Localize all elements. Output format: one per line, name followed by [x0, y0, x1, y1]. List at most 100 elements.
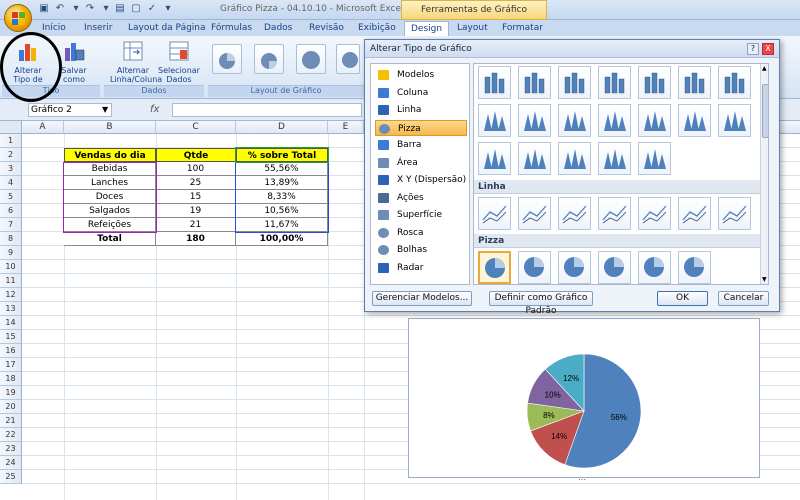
preview-icon[interactable]: ▢ — [130, 3, 142, 15]
line-subtype-thumb[interactable] — [518, 197, 551, 230]
line-subtype-thumb[interactable] — [478, 197, 511, 230]
col-header-b[interactable]: B — [64, 121, 156, 134]
cone-subtype-thumb[interactable] — [478, 142, 511, 175]
column-subtype-thumb[interactable] — [518, 66, 551, 99]
chart-category-item[interactable]: Superfície — [375, 207, 467, 223]
column-subtype-thumb[interactable] — [478, 66, 511, 99]
cone-subtype-thumb[interactable] — [518, 104, 551, 137]
table-cell-qtde[interactable]: 25 — [156, 176, 236, 190]
pie-subtype-thumb[interactable] — [678, 251, 711, 284]
cone-subtype-thumb[interactable] — [598, 142, 631, 175]
column-subtype-thumb[interactable] — [558, 66, 591, 99]
chart-layout-4[interactable] — [336, 44, 360, 74]
office-button[interactable] — [4, 4, 32, 32]
column-subtype-thumb[interactable] — [678, 66, 711, 99]
chart-category-item[interactable]: Radar — [375, 260, 467, 276]
row-header[interactable]: 10 — [0, 260, 22, 274]
row-header[interactable]: 15 — [0, 330, 22, 344]
pie-subtype-thumb[interactable] — [558, 251, 591, 284]
row-header[interactable]: 20 — [0, 400, 22, 414]
row-header[interactable]: 1 — [0, 134, 22, 148]
table-cell-product[interactable]: Lanches — [64, 176, 156, 190]
tab-layout-pagina[interactable]: Layout da Página — [126, 21, 208, 36]
redo-icon[interactable]: ↷ — [84, 3, 96, 15]
row-header[interactable]: 13 — [0, 302, 22, 316]
pie-subtype-thumb[interactable] — [638, 251, 671, 284]
fx-icon[interactable]: fx — [150, 103, 170, 117]
table-cell-product[interactable]: Bebidas — [64, 162, 156, 176]
row-header[interactable]: 8 — [0, 232, 22, 246]
close-button[interactable]: X — [762, 43, 774, 55]
column-subtype-thumb[interactable] — [718, 66, 751, 99]
tab-formatar[interactable]: Formatar — [500, 21, 545, 36]
print-icon[interactable]: ▤ — [114, 3, 126, 15]
table-cell-percent[interactable]: 11,67% — [236, 218, 328, 232]
row-header[interactable]: 3 — [0, 162, 22, 176]
table-cell-product[interactable]: Doces — [64, 190, 156, 204]
chart-category-item[interactable]: Área — [375, 155, 467, 171]
tab-layout[interactable]: Layout — [455, 21, 490, 36]
row-header[interactable]: 4 — [0, 176, 22, 190]
cone-subtype-thumb[interactable] — [678, 104, 711, 137]
table-header-vendas[interactable]: Vendas do dia — [64, 148, 156, 162]
cone-subtype-thumb[interactable] — [638, 104, 671, 137]
redo-dropdown-icon[interactable]: ▾ — [100, 3, 112, 15]
row-header[interactable]: 11 — [0, 274, 22, 288]
chart-category-item[interactable]: Ações — [375, 190, 467, 206]
line-subtype-thumb[interactable] — [598, 197, 631, 230]
line-subtype-thumb[interactable] — [638, 197, 671, 230]
gallery-scrollbar[interactable]: ▲ ▼ — [760, 64, 768, 284]
manage-templates-button[interactable]: Gerenciar Modelos... — [372, 291, 472, 306]
table-cell-qtde[interactable]: 21 — [156, 218, 236, 232]
chart-category-item[interactable]: Modelos — [375, 67, 467, 83]
select-all-corner[interactable] — [0, 121, 22, 134]
total-percent-cell[interactable]: 100,00% — [236, 232, 328, 246]
pie-chart[interactable]: 56% 14% 8% 10% 12% — [408, 318, 760, 478]
name-box-dropdown-icon[interactable]: ▼ — [102, 105, 108, 114]
table-cell-percent[interactable]: 10,56% — [236, 204, 328, 218]
row-header[interactable]: 17 — [0, 358, 22, 372]
table-cell-percent[interactable]: 55,56% — [236, 162, 328, 176]
table-cell-product[interactable]: Salgados — [64, 204, 156, 218]
col-header-c[interactable]: C — [156, 121, 236, 134]
line-subtype-thumb[interactable] — [678, 197, 711, 230]
cone-subtype-thumb[interactable] — [478, 104, 511, 137]
row-header[interactable]: 9 — [0, 246, 22, 260]
row-header[interactable]: 7 — [0, 218, 22, 232]
table-header-percent[interactable]: % sobre Total — [236, 148, 328, 162]
chart-category-item[interactable]: Bolhas — [375, 242, 467, 258]
row-header[interactable]: 25 — [0, 470, 22, 484]
scroll-down-icon[interactable]: ▼ — [762, 276, 767, 283]
row-header[interactable]: 6 — [0, 204, 22, 218]
column-subtype-thumb[interactable] — [598, 66, 631, 99]
table-cell-qtde[interactable]: 19 — [156, 204, 236, 218]
col-header-e[interactable]: E — [328, 121, 364, 134]
row-header[interactable]: 19 — [0, 386, 22, 400]
row-header[interactable]: 2 — [0, 148, 22, 162]
tab-exibicao[interactable]: Exibição — [356, 21, 398, 36]
pie-subtype-thumb[interactable] — [598, 251, 631, 284]
row-header[interactable]: 21 — [0, 414, 22, 428]
tab-formulas[interactable]: Fórmulas — [209, 21, 254, 36]
cone-subtype-thumb[interactable] — [598, 104, 631, 137]
customize-toolbar-icon[interactable]: ▾ — [162, 3, 174, 15]
set-default-chart-button[interactable]: Definir como Gráfico Padrão — [489, 291, 593, 316]
total-qtde-cell[interactable]: 180 — [156, 232, 236, 246]
switch-row-column-button[interactable]: Alternar Linha/Coluna — [110, 38, 162, 86]
cone-subtype-thumb[interactable] — [638, 142, 671, 175]
table-cell-product[interactable]: Refeições — [64, 218, 156, 232]
cancel-button[interactable]: Cancelar — [718, 291, 769, 306]
scroll-up-icon[interactable]: ▲ — [762, 65, 767, 72]
cone-subtype-thumb[interactable] — [558, 104, 591, 137]
chart-category-item[interactable]: Coluna — [375, 85, 467, 101]
line-subtype-thumb[interactable] — [558, 197, 591, 230]
table-header-qtde[interactable]: Qtde — [156, 148, 236, 162]
col-header-a[interactable]: A — [22, 121, 64, 134]
undo-icon[interactable]: ↶ — [54, 3, 66, 15]
tab-inserir[interactable]: Inserir — [82, 21, 115, 36]
pie-subtype-thumb[interactable] — [518, 251, 551, 284]
name-box[interactable]: Gráfico 2 — [28, 103, 112, 117]
ok-button[interactable]: OK — [657, 291, 708, 306]
tab-revisao[interactable]: Revisão — [307, 21, 346, 36]
table-cell-percent[interactable]: 8,33% — [236, 190, 328, 204]
